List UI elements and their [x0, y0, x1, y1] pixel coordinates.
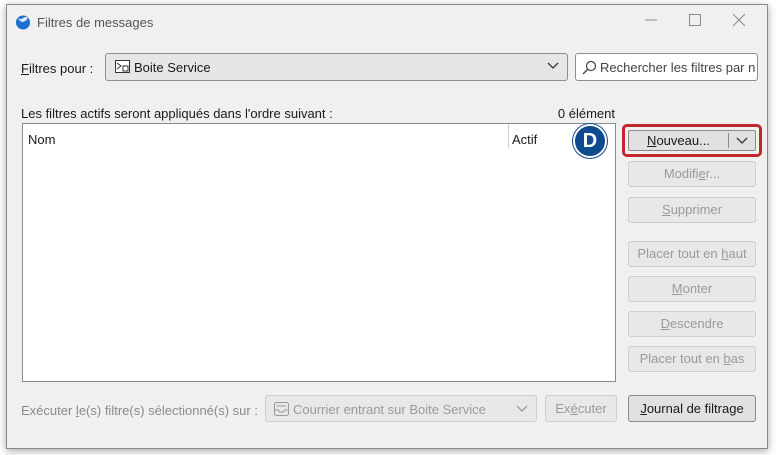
filter-count: 0 élément: [557, 106, 615, 121]
run-target-select[interactable]: Courrier entrant sur Boite Service: [265, 395, 537, 422]
search-input[interactable]: [600, 57, 756, 77]
inbox-icon: [115, 60, 130, 73]
new-filter-button[interactable]: Nouveau...: [628, 130, 756, 151]
edit-filter-button[interactable]: Modifier...: [628, 161, 756, 187]
account-select[interactable]: Boite Service: [105, 53, 568, 81]
new-filter-label: Nouveau...: [647, 133, 710, 148]
filter-list[interactable]: Nom Actif: [22, 123, 616, 382]
run-now-button[interactable]: Exécuter: [545, 395, 617, 422]
move-to-bottom-button[interactable]: Placer tout en bas: [628, 346, 756, 372]
close-icon: [732, 13, 746, 27]
delete-filter-button[interactable]: Supprimer: [628, 197, 756, 223]
filter-order-label: Les filtres actifs seront appliqués dans…: [21, 106, 333, 121]
chevron-down-icon: [547, 62, 559, 69]
filters-for-label: Filtres pour :: [21, 61, 94, 76]
run-filters-label: Exécuter le(s) filtre(s) sélectionné(s) …: [21, 403, 258, 418]
title-bar: Filtres de messages: [7, 5, 767, 39]
thunderbird-icon: [16, 15, 30, 30]
chevron-down-icon: [516, 405, 528, 412]
move-up-button[interactable]: Monter: [628, 276, 756, 302]
inbox-folder-icon: [274, 402, 289, 416]
column-divider: [508, 124, 509, 148]
message-filters-window: Filtres de messages Filtres pour : Boite…: [6, 4, 768, 449]
column-header-name[interactable]: Nom: [28, 132, 55, 147]
move-to-top-button[interactable]: Placer tout en haut: [628, 241, 756, 267]
filter-search-field[interactable]: [575, 53, 758, 81]
search-icon: [582, 60, 597, 75]
split-divider: [728, 133, 729, 148]
column-header-active[interactable]: Actif: [512, 132, 537, 147]
maximize-icon: [689, 14, 701, 26]
maximize-button[interactable]: [673, 5, 717, 39]
filter-log-button[interactable]: Journal de filtrage: [628, 395, 756, 422]
close-button[interactable]: [717, 5, 761, 39]
window-title: Filtres de messages: [37, 15, 154, 30]
move-down-button[interactable]: Descendre: [628, 311, 756, 337]
minimize-button[interactable]: [629, 5, 673, 39]
minimize-icon: [645, 19, 657, 21]
chevron-down-icon[interactable]: [736, 137, 748, 145]
highlight-frame: Nouveau...: [622, 124, 762, 157]
account-name: Boite Service: [134, 60, 211, 75]
run-target-value: Courrier entrant sur Boite Service: [293, 402, 486, 417]
step-marker-badge: D: [573, 124, 607, 158]
